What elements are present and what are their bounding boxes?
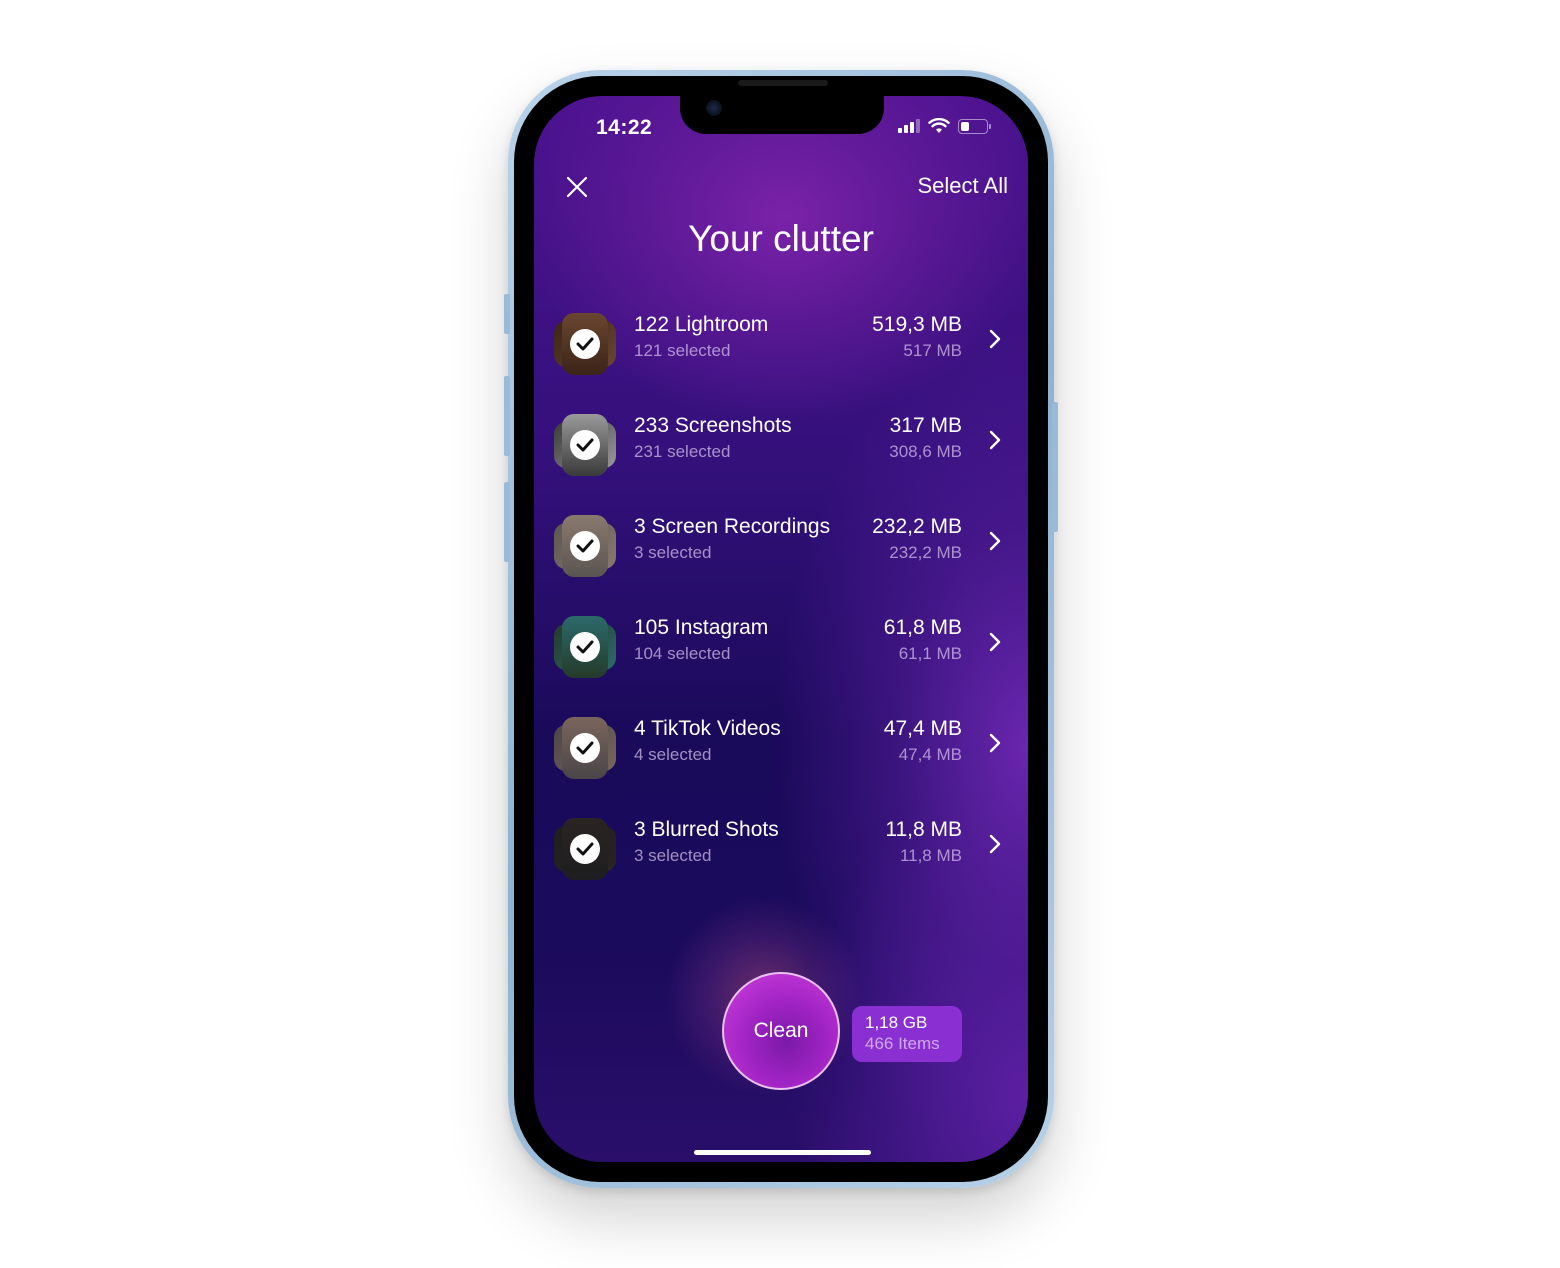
category-selected-size: 47,4 MB <box>898 745 962 764</box>
screen: 14:22 Select All Your clutter 122 Lightr… <box>534 96 1028 1162</box>
category-name: 3 Blurred Shots <box>634 818 779 841</box>
chevron-right-icon[interactable] <box>988 631 1002 653</box>
battery-icon <box>958 118 991 134</box>
category-sizes: 47,4 MB 47,4 MB <box>884 716 962 768</box>
category-sizes: 317 MB 308,6 MB <box>889 413 962 465</box>
status-icons <box>898 118 991 134</box>
cellular-signal-icon <box>898 119 920 133</box>
total-size: 1,18 GB <box>865 1013 928 1032</box>
checkmark-icon[interactable] <box>570 429 600 460</box>
checkmark-icon[interactable] <box>570 328 600 359</box>
category-thumbnail[interactable] <box>554 312 616 375</box>
category-selected-count: 121 selected <box>634 341 731 360</box>
home-indicator[interactable] <box>694 1150 871 1155</box>
clutter-category-row[interactable]: 4 TikTok Videos 4 selected 47,4 MB 47,4 … <box>534 702 1028 803</box>
page-title: Your clutter <box>688 218 874 259</box>
power-button <box>1052 402 1058 532</box>
category-name: 4 TikTok Videos <box>634 717 781 740</box>
close-icon <box>566 176 588 198</box>
phone-frame: 14:22 Select All Your clutter 122 Lightr… <box>504 70 1058 1188</box>
checkmark-icon[interactable] <box>570 732 600 763</box>
category-selected-size: 11,8 MB <box>899 846 962 865</box>
clutter-category-row[interactable]: 3 Blurred Shots 3 selected 11,8 MB 11,8 … <box>534 803 1028 904</box>
category-thumbnail[interactable] <box>554 413 616 476</box>
chevron-right-icon[interactable] <box>988 732 1002 754</box>
clutter-category-row[interactable]: 122 Lightroom 121 selected 519,3 MB 517 … <box>534 298 1028 399</box>
category-total-size: 519,3 MB <box>872 313 962 336</box>
checkmark-icon[interactable] <box>570 530 600 561</box>
category-name: 122 Lightroom <box>634 313 769 336</box>
category-text: 3 Blurred Shots 3 selected <box>634 817 779 869</box>
chevron-right-icon[interactable] <box>988 530 1002 552</box>
category-text: 233 Screenshots 231 selected <box>634 413 792 465</box>
chevron-right-icon[interactable] <box>988 833 1002 855</box>
category-sizes: 61,8 MB 61,1 MB <box>884 615 962 667</box>
category-selected-count: 3 selected <box>634 543 712 562</box>
wifi-icon <box>928 118 950 133</box>
category-text: 3 Screen Recordings 3 selected <box>634 514 830 566</box>
clean-button-label: Clean <box>753 1019 809 1042</box>
earpiece-speaker <box>738 80 828 86</box>
clean-button[interactable]: Clean <box>722 972 840 1090</box>
category-total-size: 61,8 MB <box>883 616 962 639</box>
category-total-size: 11,8 MB <box>885 818 962 841</box>
clutter-list: 122 Lightroom 121 selected 519,3 MB 517 … <box>534 298 1028 904</box>
category-selected-count: 4 selected <box>634 745 712 764</box>
clean-summary-badge: 1,18 GB 466 Items <box>852 1006 962 1062</box>
category-selected-size: 61,1 MB <box>898 644 962 663</box>
category-sizes: 11,8 MB 11,8 MB <box>885 817 962 869</box>
category-total-size: 317 MB <box>889 414 962 437</box>
category-thumbnail[interactable] <box>554 514 616 577</box>
category-name: 3 Screen Recordings <box>634 515 831 538</box>
clutter-category-row[interactable]: 233 Screenshots 231 selected 317 MB 308,… <box>534 399 1028 500</box>
status-time: 14:22 <box>596 116 653 139</box>
category-sizes: 232,2 MB 232,2 MB <box>872 514 962 566</box>
category-sizes: 519,3 MB 517 MB <box>872 312 962 364</box>
category-selected-size: 232,2 MB <box>889 543 962 562</box>
notch <box>680 96 884 134</box>
clutter-category-row[interactable]: 3 Screen Recordings 3 selected 232,2 MB … <box>534 500 1028 601</box>
category-total-size: 232,2 MB <box>872 515 962 538</box>
category-thumbnail[interactable] <box>554 817 616 880</box>
category-selected-count: 3 selected <box>634 846 712 865</box>
volume-up-button <box>504 376 510 456</box>
select-all-button[interactable]: Select All <box>918 173 1009 199</box>
category-text: 122 Lightroom 121 selected <box>634 312 768 364</box>
volume-down-button <box>504 482 510 562</box>
total-items: 466 Items <box>865 1034 940 1053</box>
category-name: 105 Instagram <box>634 616 769 639</box>
category-selected-count: 104 selected <box>634 644 731 663</box>
category-selected-count: 231 selected <box>634 442 731 461</box>
clutter-category-row[interactable]: 105 Instagram 104 selected 61,8 MB 61,1 … <box>534 601 1028 702</box>
mute-switch <box>504 294 510 334</box>
category-thumbnail[interactable] <box>554 615 616 678</box>
close-button[interactable] <box>564 174 590 200</box>
camera-icon <box>706 100 722 116</box>
checkmark-icon[interactable] <box>570 833 600 864</box>
category-text: 105 Instagram 104 selected <box>634 615 768 667</box>
category-name: 233 Screenshots <box>634 414 792 437</box>
category-selected-size: 517 MB <box>903 341 962 360</box>
category-total-size: 47,4 MB <box>883 717 962 740</box>
category-selected-size: 308,6 MB <box>889 442 962 461</box>
checkmark-icon[interactable] <box>570 631 600 662</box>
chevron-right-icon[interactable] <box>988 328 1002 350</box>
category-text: 4 TikTok Videos 4 selected <box>634 716 781 768</box>
category-thumbnail[interactable] <box>554 716 616 779</box>
chevron-right-icon[interactable] <box>988 429 1002 451</box>
